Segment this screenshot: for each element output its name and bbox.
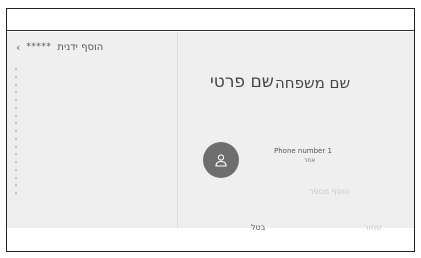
panel-divider	[177, 32, 178, 228]
index-dot	[15, 137, 17, 140]
contact-editor-screen: ‹ ***** הוסף ידנית שם משפחה שם פרטי Phon…	[7, 32, 414, 228]
index-dot	[15, 168, 17, 171]
save-button[interactable]: שמור	[364, 223, 382, 232]
index-dot	[15, 153, 17, 156]
device-frame: ‹ ***** הוסף ידנית שם משפחה שם פרטי Phon…	[6, 8, 415, 252]
index-dot	[15, 75, 17, 78]
masked-contact-name: *****	[26, 42, 52, 52]
person-icon	[215, 154, 227, 167]
index-dot	[15, 106, 17, 109]
chevron-left-icon[interactable]: ‹	[16, 41, 20, 54]
index-dot	[15, 122, 17, 125]
index-dot	[15, 192, 17, 194]
index-dot	[15, 114, 17, 117]
index-dot	[15, 68, 17, 70]
index-dot	[15, 130, 17, 132]
avatar[interactable]	[203, 142, 239, 178]
alphabet-index-scrollbar[interactable]	[13, 68, 19, 194]
first-name-field[interactable]: שם פרטי	[210, 72, 274, 92]
index-dot	[15, 161, 17, 163]
phone-type-label: אחר	[304, 157, 316, 164]
cancel-button[interactable]: בטל	[251, 223, 265, 232]
index-dot	[15, 91, 17, 94]
add-number-button[interactable]: הוסף מספר	[309, 187, 349, 196]
phone-number-label[interactable]: Phone number 1	[274, 147, 332, 155]
index-dot	[15, 99, 17, 101]
status-bar	[7, 9, 414, 31]
back-navigation[interactable]: ‹ ***** הוסף ידנית	[16, 40, 103, 54]
index-dot	[15, 83, 17, 86]
index-dot	[15, 184, 17, 187]
index-dot	[15, 176, 17, 179]
back-title: הוסף ידנית	[57, 41, 104, 53]
index-dot	[15, 145, 17, 148]
last-name-field[interactable]: שם משפחה	[275, 74, 350, 92]
